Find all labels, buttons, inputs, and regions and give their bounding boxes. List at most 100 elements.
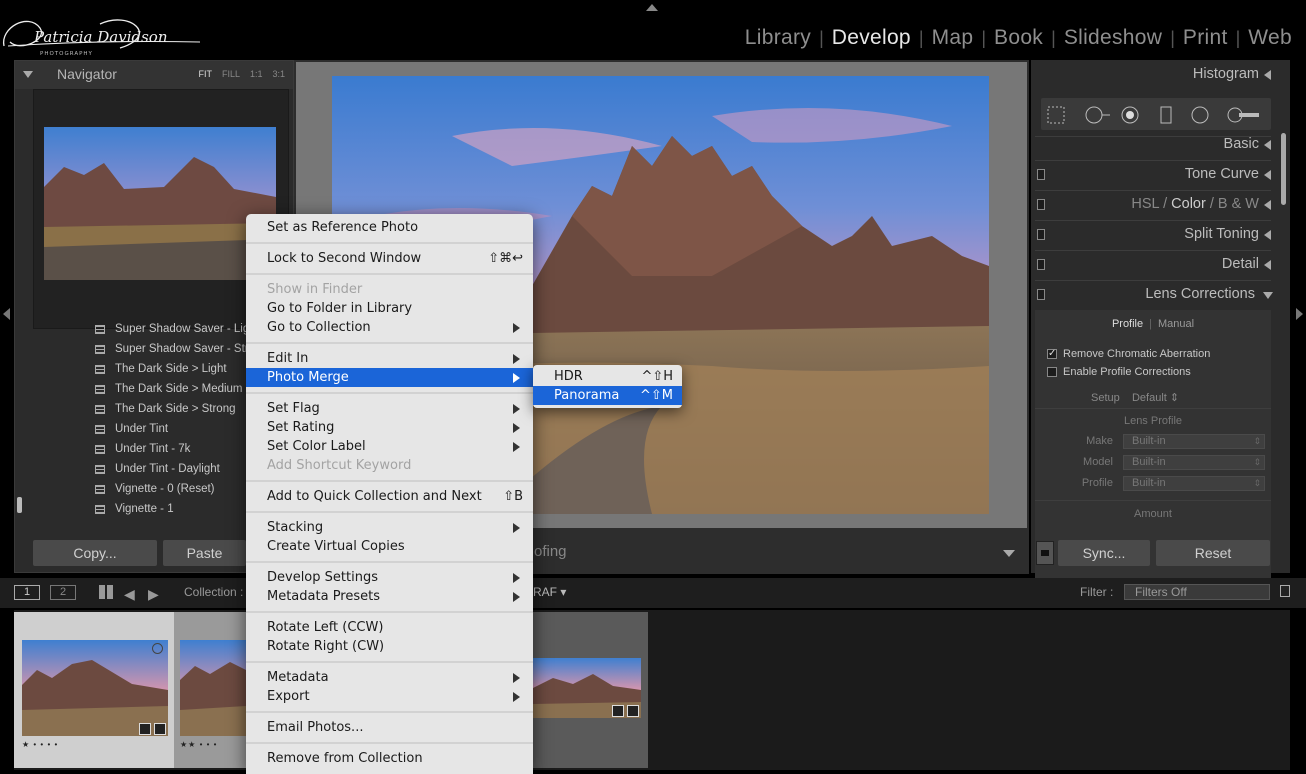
menu-item-photo-merge[interactable]: Photo Merge (246, 368, 533, 387)
module-map[interactable]: Map (924, 26, 982, 50)
preset-icon (95, 344, 105, 354)
navigator-header[interactable]: Navigator FIT FILL 1:1 3:1 (15, 61, 293, 89)
filmstrip-thumbnail[interactable] (22, 640, 168, 736)
panel-toggle-switch[interactable] (1037, 289, 1045, 300)
menu-item-email-photos[interactable]: Email Photos... (246, 718, 533, 737)
back-arrow-icon[interactable]: ◀ (124, 586, 135, 603)
top-panel-toggle-icon[interactable] (646, 4, 658, 11)
menu-item-set-flag[interactable]: Set Flag (246, 399, 533, 418)
adjustment-brush-icon[interactable] (1227, 106, 1263, 124)
radial-filter-icon[interactable] (1191, 106, 1209, 124)
copy-button[interactable]: Copy... (33, 540, 157, 566)
paste-button[interactable]: Paste (163, 540, 246, 566)
spot-removal-icon[interactable] (1085, 106, 1111, 124)
panel-divider (1035, 220, 1271, 221)
collection-label: Collection : (184, 585, 244, 599)
menu-item-rotate-left[interactable]: Rotate Left (CCW) (246, 618, 533, 637)
menu-item-rotate-right[interactable]: Rotate Right (CW) (246, 637, 533, 656)
basic-header[interactable]: Basic (1035, 132, 1271, 158)
main-window-button[interactable]: 1 (14, 585, 40, 600)
preset-icon (95, 364, 105, 374)
profile-select[interactable]: Built-in (1123, 476, 1265, 491)
tab-bw[interactable]: B & W (1218, 196, 1259, 212)
right-panel-scrollbar[interactable] (1281, 133, 1286, 205)
source-dropdown[interactable]: RAF ▾ (533, 585, 566, 599)
tab-manual[interactable]: Manual (1158, 318, 1194, 330)
panel-toggle-switch[interactable] (1037, 229, 1045, 240)
histogram-header[interactable]: Histogram (1035, 62, 1271, 88)
menu-item-set-as-reference-photo[interactable]: Set as Reference Photo (246, 218, 533, 237)
split-toning-header[interactable]: Split Toning (1035, 222, 1271, 248)
menu-item-create-virtual-copies[interactable]: Create Virtual Copies (246, 537, 533, 556)
rating-stars[interactable]: ★★ • • • (180, 740, 217, 749)
tab-profile[interactable]: Profile (1112, 318, 1143, 330)
second-window-button[interactable]: 2 (50, 585, 76, 600)
tone-curve-header[interactable]: Tone Curve (1035, 162, 1271, 188)
soft-proofing-label[interactable]: ofing (534, 543, 567, 560)
filter-select[interactable]: Filters Off (1124, 584, 1270, 600)
submenu-arrow-icon (513, 673, 520, 683)
menu-item-develop-settings[interactable]: Develop Settings (246, 568, 533, 587)
menu-item-metadata[interactable]: Metadata (246, 668, 533, 687)
module-web[interactable]: Web (1240, 26, 1300, 50)
filmstrip-thumbnail[interactable] (180, 640, 246, 736)
detail-header[interactable]: Detail (1035, 252, 1271, 278)
menu-item-metadata-presets[interactable]: Metadata Presets (246, 587, 533, 606)
sync-button[interactable]: Sync... (1058, 540, 1150, 566)
shortcut-label: ⇧⌘↩ (488, 251, 523, 266)
module-print[interactable]: Print (1175, 26, 1236, 50)
filmstrip-select-circle-icon[interactable] (152, 643, 163, 654)
rating-stars[interactable]: ★ • • • • (22, 740, 58, 749)
reset-button[interactable]: Reset (1156, 540, 1270, 566)
module-develop[interactable]: Develop (824, 26, 919, 50)
module-book[interactable]: Book (986, 26, 1051, 50)
zoom-fit[interactable]: FIT (198, 69, 212, 79)
menu-item-panorama[interactable]: Panorama ^⇧M (533, 386, 682, 405)
right-panel-toggle-icon[interactable] (1296, 308, 1303, 320)
lens-corrections-header[interactable]: Lens Corrections (1035, 282, 1273, 308)
menu-item-hdr[interactable]: HDR ^⇧H (533, 367, 682, 386)
menu-item-edit-in[interactable]: Edit In (246, 349, 533, 368)
grid-view-icon[interactable] (99, 585, 113, 599)
tab-color[interactable]: Color (1171, 196, 1206, 212)
remove-ca-checkbox[interactable]: ✓ Remove Chromatic Aberration (1047, 348, 1210, 360)
make-select[interactable]: Built-in (1123, 434, 1265, 449)
zoom-1-1[interactable]: 1:1 (250, 69, 263, 79)
toolbar-dropdown-icon[interactable] (1003, 550, 1015, 557)
menu-item-remove-from-collection[interactable]: Remove from Collection (246, 749, 533, 768)
model-select[interactable]: Built-in (1123, 455, 1265, 470)
left-panel-toggle-icon[interactable] (3, 308, 10, 320)
panel-toggle-switch[interactable] (1037, 259, 1045, 270)
panel-toggle-switch[interactable] (1037, 199, 1045, 210)
setup-select[interactable]: Default (1132, 392, 1167, 404)
menu-item-go-to-collection[interactable]: Go to Collection (246, 318, 533, 337)
menu-item-stacking[interactable]: Stacking (246, 518, 533, 537)
left-panel-scrollbar[interactable] (17, 497, 22, 513)
menu-item-add-to-quick-collection-and-next[interactable]: Add to Quick Collection and Next ⇧B (246, 487, 533, 506)
menu-separator (246, 480, 533, 482)
module-library[interactable]: Library (737, 26, 819, 50)
forward-arrow-icon[interactable]: ▶ (148, 586, 159, 603)
menu-item-set-color-label[interactable]: Set Color Label (246, 437, 533, 456)
module-slideshow[interactable]: Slideshow (1056, 26, 1170, 50)
menu-item-export[interactable]: Export (246, 687, 533, 706)
menu-item-set-rating[interactable]: Set Rating (246, 418, 533, 437)
hsl-color-bw-header[interactable]: HSL / Color / B & W (1035, 192, 1271, 218)
red-eye-icon[interactable] (1121, 106, 1139, 124)
tab-hsl[interactable]: HSL (1131, 196, 1159, 212)
identity-plate-logo: Patricia Davidson PHOTOGRAPHY (3, 19, 201, 57)
panel-toggle-switch[interactable] (1037, 169, 1045, 180)
zoom-fill[interactable]: FILL (222, 69, 240, 79)
enable-profile-checkbox[interactable]: Enable Profile Corrections (1047, 366, 1191, 378)
menu-item-go-to-folder-in-library[interactable]: Go to Folder in Library (246, 299, 533, 318)
zoom-3-1[interactable]: 3:1 (272, 69, 285, 79)
filter-lock-icon[interactable] (1280, 585, 1290, 597)
menu-item-lock-to-second-window[interactable]: Lock to Second Window ⇧⌘↩ (246, 249, 533, 268)
graduated-filter-icon[interactable] (1157, 106, 1175, 124)
crop-overlay-icon[interactable] (1047, 106, 1065, 124)
collapse-triangle-icon[interactable] (23, 71, 33, 78)
filmstrip-thumbnail[interactable] (533, 658, 641, 718)
panel-divider (1035, 500, 1271, 501)
auto-sync-switch[interactable] (1036, 541, 1054, 565)
collapse-left-icon (1264, 230, 1271, 240)
